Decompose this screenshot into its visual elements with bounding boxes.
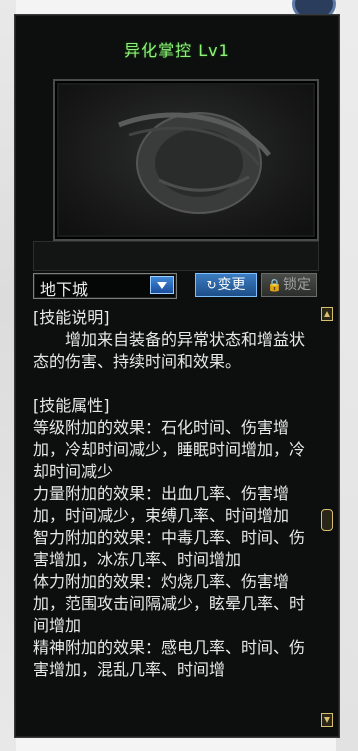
change-button[interactable]: ↻变更 xyxy=(195,273,257,297)
spirit-effect: 精神附加的效果：感电几率、时间、伤害增加，混乱几率、时间增 xyxy=(33,638,306,679)
description-scrollbar[interactable] xyxy=(321,307,333,727)
vitality-effect: 体力附加的效果：灼烧几率、伤害增加，范围攻击间隔减少，眩晕几率、时间增加 xyxy=(33,572,306,635)
chevron-down-icon[interactable] xyxy=(150,276,174,294)
lock-icon: 🔒 xyxy=(267,278,282,292)
skill-art-frame xyxy=(53,79,319,241)
scroll-thumb[interactable] xyxy=(321,509,333,531)
intelligence-effect: 智力附加的效果：中毒几率、时间、伤害增加，冰冻几率、时间增加 xyxy=(33,528,306,569)
desc-text: 增加来自装备的异常状态和增益状态的伤害、持续时间和效果。 xyxy=(33,330,306,371)
strength-effect: 力量附加的效果：出血几率、伤害增加，时间减少，束缚几率、时间增加 xyxy=(33,484,290,525)
level-effect: 等级附加的效果：石化时间、伤害增加，冷却时间减少，睡眠时间增加，冷却时间减少 xyxy=(33,418,306,481)
lock-button[interactable]: 🔒锁定 xyxy=(261,273,317,297)
desc-header: [技能说明] xyxy=(33,308,110,327)
change-button-label: 变更 xyxy=(217,277,246,293)
skill-info-panel: 异化掌控 Lv1 地下城 ↻变更 🔒锁定 [技能说明] 增加来自装备的异常状态和… xyxy=(14,14,340,738)
lock-button-label: 锁定 xyxy=(282,277,311,293)
scroll-up-icon[interactable] xyxy=(321,307,333,321)
mode-select-value: 地下城 xyxy=(40,280,89,299)
mode-select[interactable]: 地下城 xyxy=(33,273,177,299)
skill-art xyxy=(59,85,313,235)
skill-emblem-icon xyxy=(118,112,271,214)
skill-description: [技能说明] 增加来自装备的异常状态和增益状态的伤害、持续时间和效果。 [技能属… xyxy=(33,307,315,727)
refresh-icon: ↻ xyxy=(206,278,217,292)
scroll-down-icon[interactable] xyxy=(321,713,333,727)
attr-header: [技能属性] xyxy=(33,396,110,415)
skill-title: 异化掌控 Lv1 xyxy=(124,41,230,60)
skill-name-bar xyxy=(33,241,319,271)
